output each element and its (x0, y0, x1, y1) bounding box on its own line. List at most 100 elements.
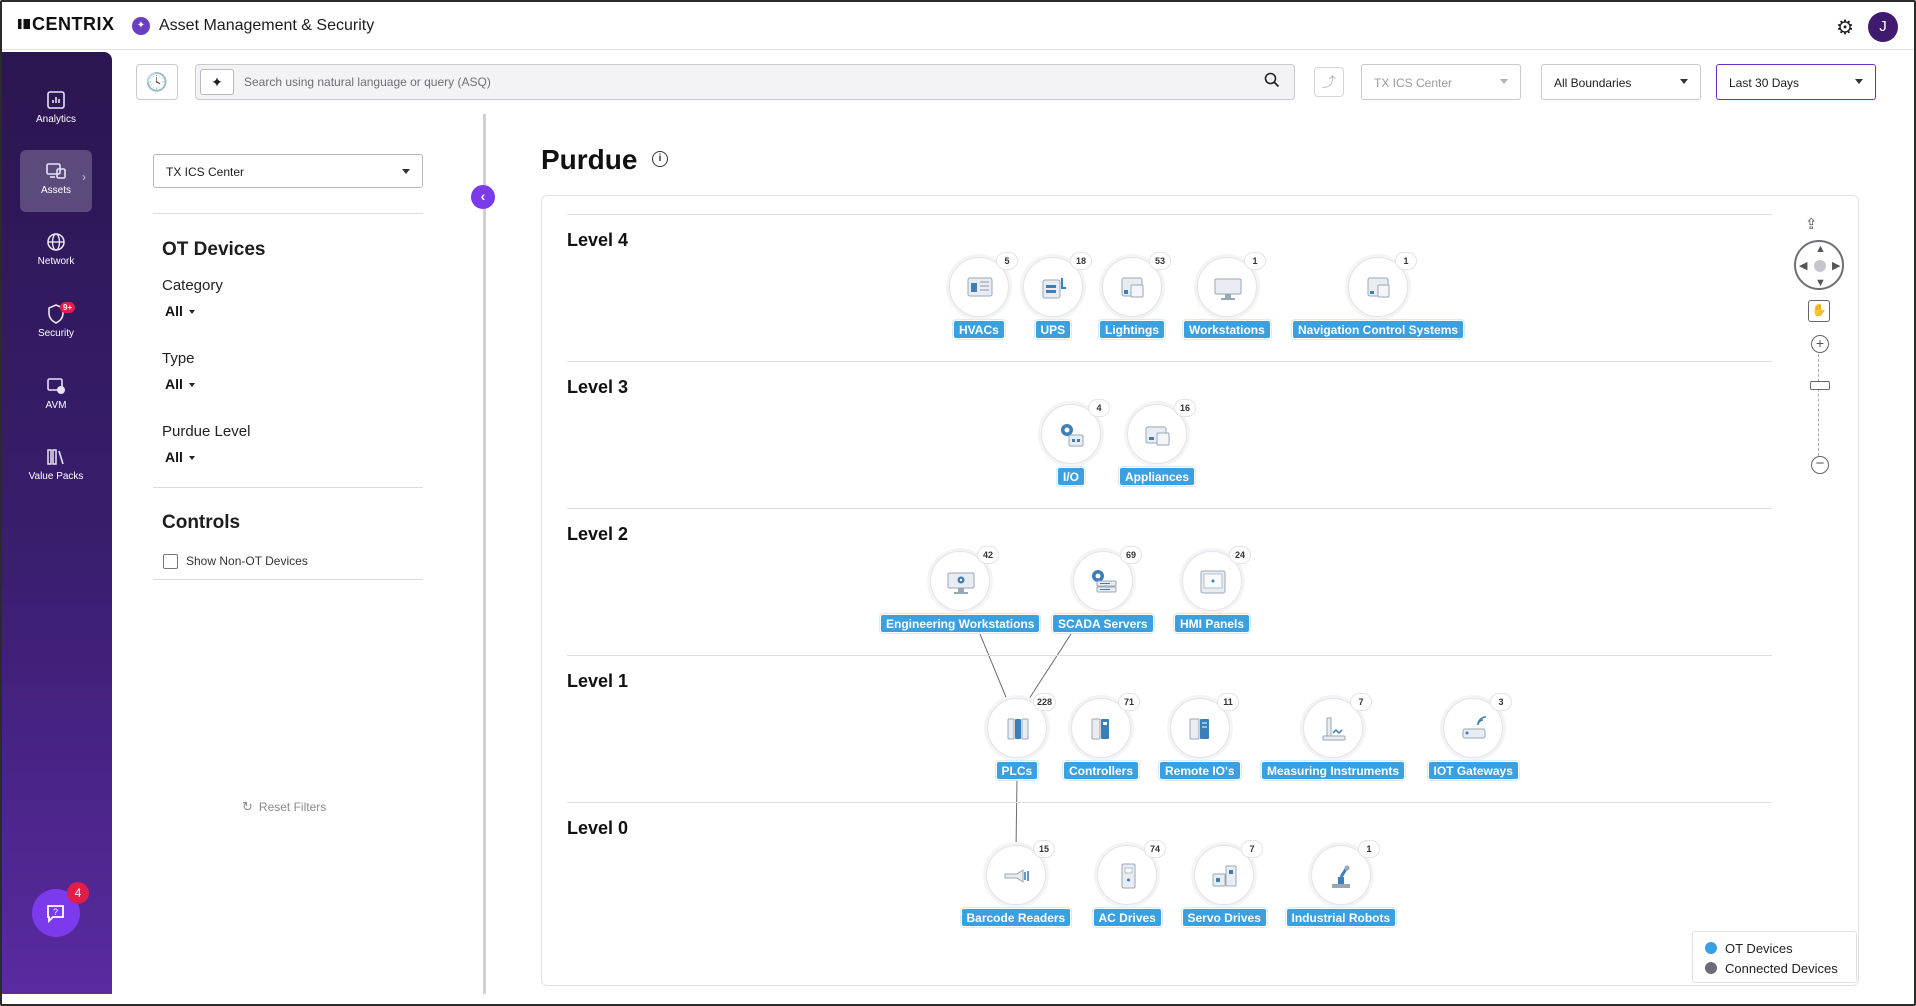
pan-left-icon[interactable]: ◀ (1799, 261, 1807, 272)
device-label[interactable]: HMI Panels (1174, 614, 1251, 633)
device-label[interactable]: Controllers (1063, 761, 1140, 780)
device-count-badge: 53 (1149, 252, 1171, 270)
device-node[interactable]: 74 (1097, 840, 1166, 905)
controller-icon (1086, 713, 1118, 745)
level-label: Level 0 (567, 818, 629, 838)
device-count-badge: 71 (1118, 693, 1140, 711)
link-ews-plc (979, 633, 1009, 703)
hand-tool-icon[interactable]: ✋ (1808, 300, 1830, 322)
device-node[interactable]: 1 (1311, 840, 1380, 905)
hmi-panel-icon (1197, 566, 1229, 598)
industrial-robot-icon (1326, 860, 1358, 892)
level-divider (567, 655, 1772, 656)
device-label[interactable]: HVACs (953, 320, 1005, 339)
scada-server-icon (1088, 566, 1120, 598)
share-icon[interactable]: ⇪ (1805, 215, 1818, 233)
device-count-badge: 7 (1350, 693, 1372, 711)
zoom-in-icon[interactable]: + (1811, 335, 1829, 353)
device-node[interactable]: 18 (1023, 252, 1092, 317)
servo-drive-icon (1209, 860, 1241, 892)
device-count-badge: 24 (1229, 546, 1251, 564)
pan-right-icon[interactable]: ▶ (1832, 261, 1840, 272)
device-label[interactable]: Industrial Robots (1285, 908, 1397, 927)
iot-gateway-icon (1458, 713, 1490, 745)
legend-swatch (1705, 942, 1717, 954)
legend-swatch (1705, 962, 1717, 974)
device-label[interactable]: Remote IO's (1159, 761, 1241, 780)
appliance-icon (1142, 419, 1174, 451)
device-node[interactable]: 3 (1443, 693, 1512, 758)
device-node[interactable]: 71 (1071, 693, 1140, 758)
device-node[interactable]: 1 (1348, 252, 1417, 317)
device-count-badge: 3 (1490, 693, 1512, 711)
io-icon (1056, 419, 1088, 451)
level-divider (567, 214, 1772, 215)
device-count-badge: 4 (1088, 399, 1110, 417)
level-label: Level 1 (567, 671, 629, 691)
device-node[interactable]: 15 (986, 840, 1055, 905)
device-label[interactable]: Servo Drives (1181, 908, 1267, 927)
device-label[interactable]: Barcode Readers (960, 908, 1072, 927)
pan-center[interactable] (1814, 260, 1826, 272)
zoom-out-icon[interactable]: − (1811, 456, 1829, 474)
level-divider (567, 361, 1772, 362)
legend: OT Devices Connected Devices (1692, 931, 1857, 983)
plc-icon (1002, 713, 1034, 745)
device-label[interactable]: AC Drives (1092, 908, 1162, 927)
measuring-instrument-icon (1318, 713, 1350, 745)
device-node[interactable]: 42 (930, 546, 999, 611)
zoom-slider-track[interactable] (1818, 354, 1822, 456)
device-count-badge: 15 (1033, 840, 1055, 858)
device-label[interactable]: I/O (1057, 467, 1086, 486)
zoom-slider-handle[interactable] (1810, 381, 1830, 390)
device-count-badge: 1 (1395, 252, 1417, 270)
device-node[interactable]: 5 (949, 252, 1018, 317)
device-node[interactable]: 24 (1182, 546, 1251, 611)
remote-io-icon (1185, 713, 1217, 745)
device-count-badge: 74 (1144, 840, 1166, 858)
device-count-badge: 11 (1217, 693, 1239, 711)
device-label[interactable]: Appliances (1119, 467, 1196, 486)
device-label[interactable]: Engineering Workstations (880, 614, 1041, 633)
device-node[interactable]: 11 (1170, 693, 1239, 758)
barcode-reader-icon (1001, 860, 1033, 892)
device-count-badge: 69 (1120, 546, 1142, 564)
link-scada-plc (1026, 633, 1072, 703)
device-node[interactable]: 69 (1073, 546, 1142, 611)
device-count-badge: 228 (1032, 693, 1056, 711)
device-label[interactable]: Measuring Instruments (1261, 761, 1406, 780)
device-label[interactable]: PLCs (995, 761, 1039, 780)
pan-up-icon[interactable]: ▲ (1815, 244, 1826, 255)
legend-label: OT Devices (1725, 941, 1793, 956)
device-count-badge: 18 (1070, 252, 1092, 270)
hvac-icon (964, 272, 996, 304)
device-count-badge: 16 (1174, 399, 1196, 417)
legend-connected: Connected Devices (1705, 961, 1838, 976)
workstation-icon (1212, 272, 1244, 304)
connection-lines (979, 633, 1072, 851)
device-node[interactable]: 228 (987, 693, 1056, 758)
level-label: Level 3 (567, 377, 629, 397)
device-node[interactable]: 53 (1102, 252, 1171, 317)
device-count-badge: 1 (1358, 840, 1380, 858)
device-label[interactable]: UPS (1034, 320, 1072, 339)
engineering-workstation-icon (945, 566, 977, 598)
device-label[interactable]: SCADA Servers (1052, 614, 1154, 633)
device-label[interactable]: Workstations (1183, 320, 1271, 339)
device-count-badge: 7 (1241, 840, 1263, 858)
lighting-icon (1117, 272, 1149, 304)
app-window: CENTRIX ✦ Asset Management & Security ⚙ … (0, 0, 1916, 1006)
pan-down-icon[interactable]: ▼ (1815, 278, 1826, 289)
level-label: Level 4 (567, 230, 629, 250)
device-label[interactable]: Navigation Control Systems (1292, 320, 1465, 339)
device-label[interactable]: IOT Gateways (1427, 761, 1519, 780)
ups-icon (1038, 272, 1070, 304)
device-node[interactable]: 16 (1127, 399, 1196, 464)
pan-control[interactable]: ▲ ▼ ◀ ▶ (1794, 240, 1844, 290)
device-node[interactable]: 7 (1194, 840, 1263, 905)
device-count-badge: 42 (977, 546, 999, 564)
device-node[interactable]: 4 (1041, 399, 1110, 464)
device-node[interactable]: 1 (1197, 252, 1266, 317)
device-node[interactable]: 7 (1303, 693, 1372, 758)
device-label[interactable]: Lightings (1099, 320, 1165, 339)
